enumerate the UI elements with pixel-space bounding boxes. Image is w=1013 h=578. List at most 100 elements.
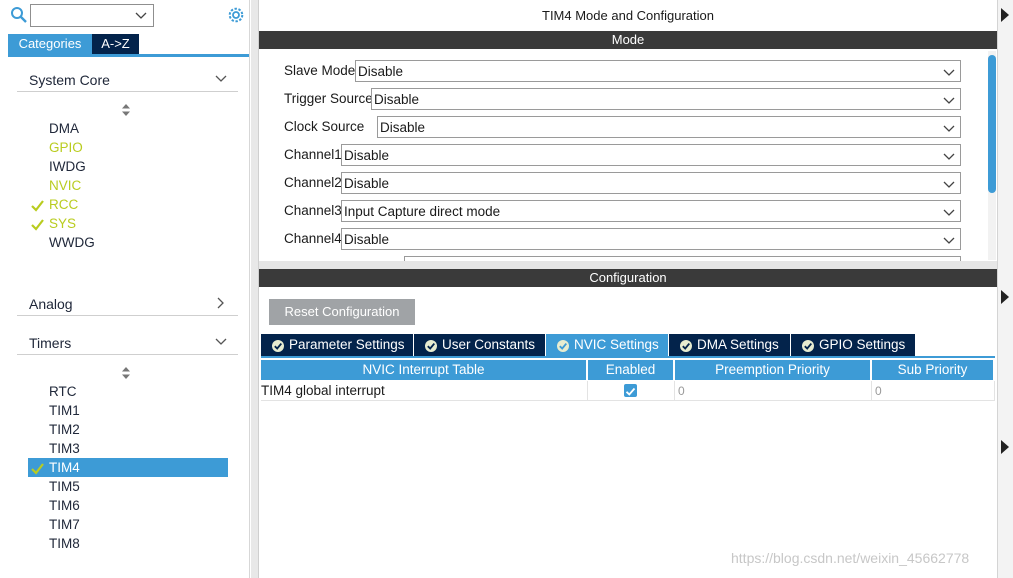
sidebar-item-label: SYS bbox=[49, 216, 77, 231]
check-circle-icon bbox=[271, 338, 285, 352]
tab-underline bbox=[261, 356, 995, 358]
select-value: Disable bbox=[344, 176, 390, 191]
sort-icon[interactable] bbox=[121, 104, 131, 116]
tab-label: Parameter Settings bbox=[289, 337, 405, 352]
sidebar-item-label: RCC bbox=[49, 197, 79, 212]
expand-arrow-icon[interactable] bbox=[1001, 290, 1009, 304]
enabled-cell bbox=[588, 381, 675, 401]
select-value: Disable bbox=[374, 92, 420, 107]
tab-label: NVIC Settings bbox=[574, 337, 659, 352]
sidebar-item-tim5[interactable]: TIM5 bbox=[28, 477, 228, 496]
tab-gpio-settings[interactable]: GPIO Settings bbox=[791, 334, 915, 356]
sort-icon[interactable] bbox=[121, 367, 131, 379]
field-label: Channel1 bbox=[284, 147, 342, 162]
check-icon bbox=[31, 461, 44, 475]
sidebar-item-label: GPIO bbox=[49, 140, 83, 155]
search-input[interactable] bbox=[30, 4, 154, 27]
sidebar-item-tim1[interactable]: TIM1 bbox=[28, 401, 228, 420]
preemption-priority-cell[interactable]: 0 bbox=[675, 381, 872, 401]
sidebar-item-label: TIM4 bbox=[49, 460, 80, 475]
panel-splitter[interactable] bbox=[259, 261, 997, 269]
select-value: Disable bbox=[358, 64, 404, 79]
sidebar-item-label: TIM1 bbox=[49, 403, 80, 418]
sidebar-item-label: TIM8 bbox=[49, 536, 80, 551]
sidebar-item-tim4[interactable]: TIM4 bbox=[28, 458, 228, 477]
group-label: Timers bbox=[29, 335, 72, 351]
field-label: Clock Source bbox=[284, 119, 365, 134]
trigger-source-select[interactable]: Disable bbox=[371, 88, 961, 110]
sidebar-item-label: TIM7 bbox=[49, 517, 80, 532]
sidebar-item-tim8[interactable]: TIM8 bbox=[28, 534, 228, 553]
sidebar-item-label: NVIC bbox=[49, 178, 82, 193]
channel1-select[interactable]: Disable bbox=[341, 144, 961, 166]
group-timers[interactable]: Timers bbox=[17, 331, 238, 355]
chevron-down-icon bbox=[943, 150, 955, 162]
tab-label: User Constants bbox=[442, 337, 536, 352]
mode-panel: Slave Mode Disable Trigger Source Disabl… bbox=[259, 49, 997, 261]
select-value: Disable bbox=[344, 148, 390, 163]
sidebar-item-tim6[interactable]: TIM6 bbox=[28, 496, 228, 515]
sidebar-item-tim7[interactable]: TIM7 bbox=[28, 515, 228, 534]
chevron-down-icon bbox=[943, 94, 955, 106]
slave-mode-select[interactable]: Disable bbox=[355, 60, 961, 82]
column-header-sub-priority[interactable]: Sub Priority bbox=[872, 360, 993, 380]
tab-parameter-settings[interactable]: Parameter Settings bbox=[261, 334, 413, 356]
configuration-panel: Reset Configuration Parameter Settings U… bbox=[259, 287, 997, 578]
mode-scrollbar-thumb[interactable] bbox=[988, 55, 996, 193]
sidebar-item-label: TIM2 bbox=[49, 422, 80, 437]
main-pane: TIM4 Mode and Configuration Mode Slave M… bbox=[259, 0, 1013, 578]
chevron-down-icon[interactable] bbox=[135, 9, 147, 21]
channel3-select[interactable]: Input Capture direct mode bbox=[341, 200, 961, 222]
tab-a-z[interactable]: A->Z bbox=[92, 34, 139, 54]
group-analog[interactable]: Analog bbox=[17, 292, 238, 316]
pane-splitter[interactable] bbox=[251, 0, 259, 578]
channel4-select[interactable]: Disable bbox=[341, 228, 961, 250]
expand-arrow-icon[interactable] bbox=[1001, 8, 1009, 22]
tab-underline bbox=[8, 54, 249, 57]
sidebar-item-sys[interactable]: SYS bbox=[28, 214, 228, 233]
sidebar-item-nvic[interactable]: NVIC bbox=[28, 176, 228, 195]
channel2-select[interactable]: Disable bbox=[341, 172, 961, 194]
tab-categories[interactable]: Categories bbox=[8, 34, 92, 54]
sidebar-item-label: WWDG bbox=[49, 235, 95, 250]
column-header-nvic-interrupt-table[interactable]: NVIC Interrupt Table bbox=[261, 360, 586, 380]
group-label: System Core bbox=[29, 72, 110, 88]
tab-nvic-settings[interactable]: NVIC Settings bbox=[546, 334, 668, 356]
page-title: TIM4 Mode and Configuration bbox=[542, 8, 714, 23]
sidebar-item-dma[interactable]: DMA bbox=[28, 119, 228, 138]
gear-icon[interactable] bbox=[227, 6, 245, 24]
right-collapsed-panel[interactable] bbox=[997, 0, 1013, 578]
tab-dma-settings[interactable]: DMA Settings bbox=[669, 334, 790, 356]
sidebar-item-label: TIM3 bbox=[49, 441, 80, 456]
tab-user-constants[interactable]: User Constants bbox=[414, 334, 545, 356]
field-label: Slave Mode bbox=[284, 63, 356, 78]
column-header-enabled[interactable]: Enabled bbox=[588, 360, 673, 380]
field-label: Trigger Source bbox=[284, 91, 373, 106]
field-label: Channel4 bbox=[284, 231, 342, 246]
clock-source-select[interactable]: Disable bbox=[377, 116, 961, 138]
select-value: Disable bbox=[380, 120, 426, 135]
sidebar-item-label: IWDG bbox=[49, 159, 86, 174]
sidebar-item-tim2[interactable]: TIM2 bbox=[28, 420, 228, 439]
sidebar-item-gpio[interactable]: GPIO bbox=[28, 138, 228, 157]
select-value: Input Capture direct mode bbox=[344, 204, 501, 219]
sidebar-item-rcc[interactable]: RCC bbox=[28, 195, 228, 214]
group-system-core[interactable]: System Core bbox=[17, 68, 238, 92]
expand-arrow-icon[interactable] bbox=[1001, 440, 1009, 454]
check-circle-icon bbox=[556, 338, 570, 352]
search-icon[interactable] bbox=[10, 6, 28, 24]
sidebar-item-label: DMA bbox=[49, 121, 79, 136]
sidebar-item-iwdg[interactable]: IWDG bbox=[28, 157, 228, 176]
check-icon bbox=[31, 217, 44, 231]
sidebar-item-wwdg[interactable]: WWDG bbox=[28, 233, 228, 252]
enabled-checkbox[interactable] bbox=[624, 384, 637, 397]
select-value: Disable bbox=[344, 232, 390, 247]
sidebar-item-tim3[interactable]: TIM3 bbox=[28, 439, 228, 458]
chevron-down-icon bbox=[943, 66, 955, 78]
reset-configuration-button[interactable]: Reset Configuration bbox=[269, 299, 415, 325]
sidebar-item-rtc[interactable]: RTC bbox=[28, 382, 228, 401]
chevron-down-icon bbox=[214, 335, 228, 349]
watermark-text: https://blog.csdn.net/weixin_45662778 bbox=[731, 550, 970, 566]
column-header-preemption-priority[interactable]: Preemption Priority bbox=[675, 360, 870, 380]
sub-priority-cell[interactable]: 0 bbox=[872, 381, 995, 401]
